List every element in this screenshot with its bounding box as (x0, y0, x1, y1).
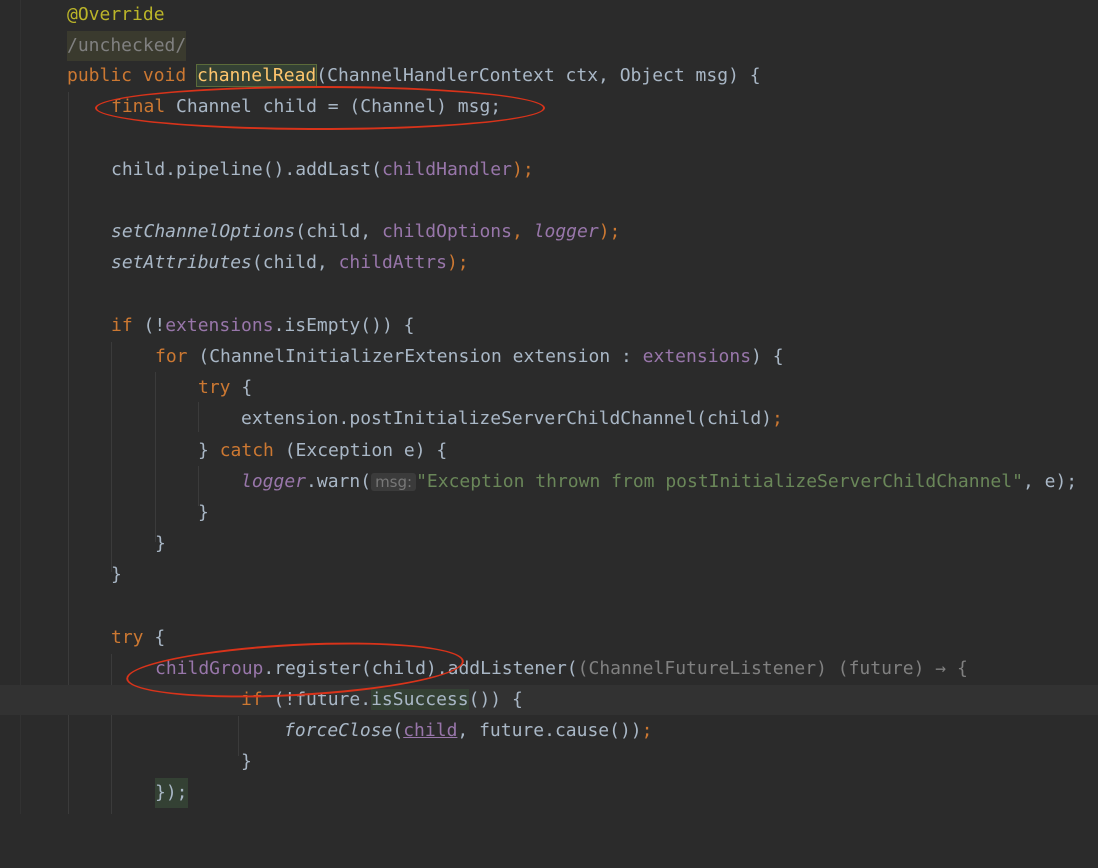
code-line[interactable]: }); (0, 778, 1098, 808)
keyword-try: try (198, 377, 231, 398)
pipeline-statement: child.pipeline().addLast(childHandler); (111, 155, 534, 185)
code-line[interactable]: childGroup.register(child).addListener((… (0, 654, 1098, 684)
field-childAttrs: childAttrs (338, 252, 447, 273)
lambda-hint: (ChannelFutureListener) (future) → { (577, 658, 968, 679)
keyword-try: try (111, 627, 144, 648)
field-extensions: extensions (165, 315, 274, 336)
statement-text: { (143, 627, 166, 648)
statement-text: ( (392, 720, 404, 741)
keyword-catch: catch (219, 440, 274, 461)
statement-text: Channel child = (Channel) msg; (165, 96, 502, 117)
logger-warn-statement: logger.warn(msg: "Exception thrown from p… (241, 467, 1077, 497)
unchecked-suppression: /unchecked/ (67, 31, 187, 61)
keyword-if: if (241, 689, 263, 710)
set-attributes-statement: setAttributes(child, childAttrs); (111, 248, 469, 278)
statement-text: ()) { (468, 689, 523, 710)
punctuation: ); (446, 252, 469, 273)
punctuation: ); (598, 221, 621, 242)
statement-text: { (230, 377, 253, 398)
post-initialize-statement: extension.postInitializeServerChildChann… (241, 404, 783, 434)
set-channel-options-statement: setChannelOptions(child, childOptions, l… (111, 221, 621, 242)
field-extensions: extensions (642, 346, 752, 367)
closing-brace: } (241, 751, 252, 772)
code-line[interactable]: setChannelOptions(child, childOptions, l… (0, 217, 1098, 247)
code-line[interactable]: if (!extensions.isEmpty()) { (0, 311, 1098, 341)
variable-child: child (403, 720, 458, 741)
method-setChannelOptions: setChannelOptions (111, 221, 296, 242)
method-forceClose: forceClose (284, 720, 393, 741)
code-line[interactable]: extension.postInitializeServerChildChann… (0, 404, 1098, 434)
method-isSuccess: isSuccess (371, 689, 469, 710)
code-line[interactable]: } catch (Exception e) { (0, 436, 1098, 466)
parameter-hint-msg: msg: (371, 473, 417, 491)
statement-text: (!future. (262, 689, 372, 710)
keyword-public-void: public void (67, 65, 198, 86)
punctuation: ; (641, 720, 653, 741)
code-line[interactable]: } (0, 560, 1098, 590)
code-line[interactable]: } (0, 747, 1098, 777)
method-setAttributes: setAttributes (111, 252, 252, 273)
keyword-for: for (155, 346, 188, 367)
code-line[interactable]: setAttributes(child, childAttrs); (0, 248, 1098, 278)
statement-text: (! (132, 315, 166, 336)
punctuation: ); (511, 159, 534, 180)
code-line[interactable]: } (0, 529, 1098, 559)
code-line[interactable]: try { (0, 623, 1098, 653)
statement-text: } (198, 440, 220, 461)
field-childOptions: childOptions (381, 221, 512, 242)
code-line[interactable]: try { (0, 373, 1098, 403)
code-line[interactable]: final Channel child = (Channel) msg; (0, 92, 1098, 122)
statement-text: (child, (251, 252, 339, 273)
string-literal: "Exception thrown from postInitializeSer… (416, 471, 1023, 492)
force-close-statement: forceClose(child, future.cause()); (284, 716, 652, 746)
code-line[interactable]: forceClose(child, future.cause()); (0, 716, 1098, 746)
statement-text: .isEmpty()) { (273, 315, 415, 336)
method-signature: public void channelRead(ChannelHandlerCo… (67, 61, 761, 91)
code-editor[interactable]: @Override /unchecked/ public void channe… (0, 0, 1098, 814)
punctuation: ; (772, 408, 783, 429)
if-success-statement: if (!future.isSuccess()) { (241, 685, 523, 715)
code-line[interactable]: public void channelRead(ChannelHandlerCo… (0, 61, 1098, 91)
code-line[interactable]: @Override (0, 0, 1098, 30)
field-childGroup: childGroup (155, 658, 264, 679)
if-extensions-statement: if (!extensions.isEmpty()) { (111, 311, 414, 341)
statement-text: (child, (295, 221, 382, 242)
for-loop-statement: for (ChannelInitializerExtension extensi… (155, 342, 784, 372)
code-line[interactable]: } (0, 498, 1098, 528)
field-logger: logger (533, 221, 599, 242)
keyword-final: final (111, 96, 166, 117)
close-listener: }); (155, 778, 188, 808)
closing-brace: } (198, 502, 209, 523)
statement-text: .register(child).addListener( (263, 658, 578, 679)
code-line[interactable]: logger.warn(msg: "Exception thrown from p… (0, 467, 1098, 497)
override-annotation: @Override (67, 4, 165, 25)
statement-text: , future.cause()) (457, 720, 642, 741)
code-line[interactable]: child.pipeline().addLast(childHandler); (0, 155, 1098, 185)
statement-text: (Exception e) { (273, 440, 448, 461)
try-block-start: try { (198, 373, 252, 403)
closing-brace: } (111, 564, 122, 585)
method-name-channelRead[interactable]: channelRead (196, 64, 318, 87)
keyword-if: if (111, 315, 133, 336)
statement-text: (ChannelInitializerExtension extension : (187, 346, 643, 367)
statement-text: ) { (751, 346, 784, 367)
statement-text: , e); (1022, 471, 1078, 492)
statement-text: extension.postInitializeServerChildChann… (241, 408, 773, 429)
final-child-statement: final Channel child = (Channel) msg; (111, 92, 501, 122)
method-params: (ChannelHandlerContext ctx, Object msg) … (316, 65, 761, 86)
closing-brace: } (155, 533, 166, 554)
try-block-start: try { (111, 623, 165, 653)
register-statement: childGroup.register(child).addListener((… (155, 654, 968, 684)
code-line[interactable]: for (ChannelInitializerExtension extensi… (0, 342, 1098, 372)
code-line[interactable]: /unchecked/ (0, 31, 1098, 61)
statement-text: .warn( (306, 471, 372, 492)
field-logger: logger (241, 471, 307, 492)
catch-block-start: } catch (Exception e) { (198, 436, 447, 466)
statement-text: child.pipeline().addLast( (111, 159, 382, 180)
code-line-current[interactable]: if (!future.isSuccess()) { (0, 685, 1098, 715)
field-childHandler: childHandler (381, 159, 512, 180)
